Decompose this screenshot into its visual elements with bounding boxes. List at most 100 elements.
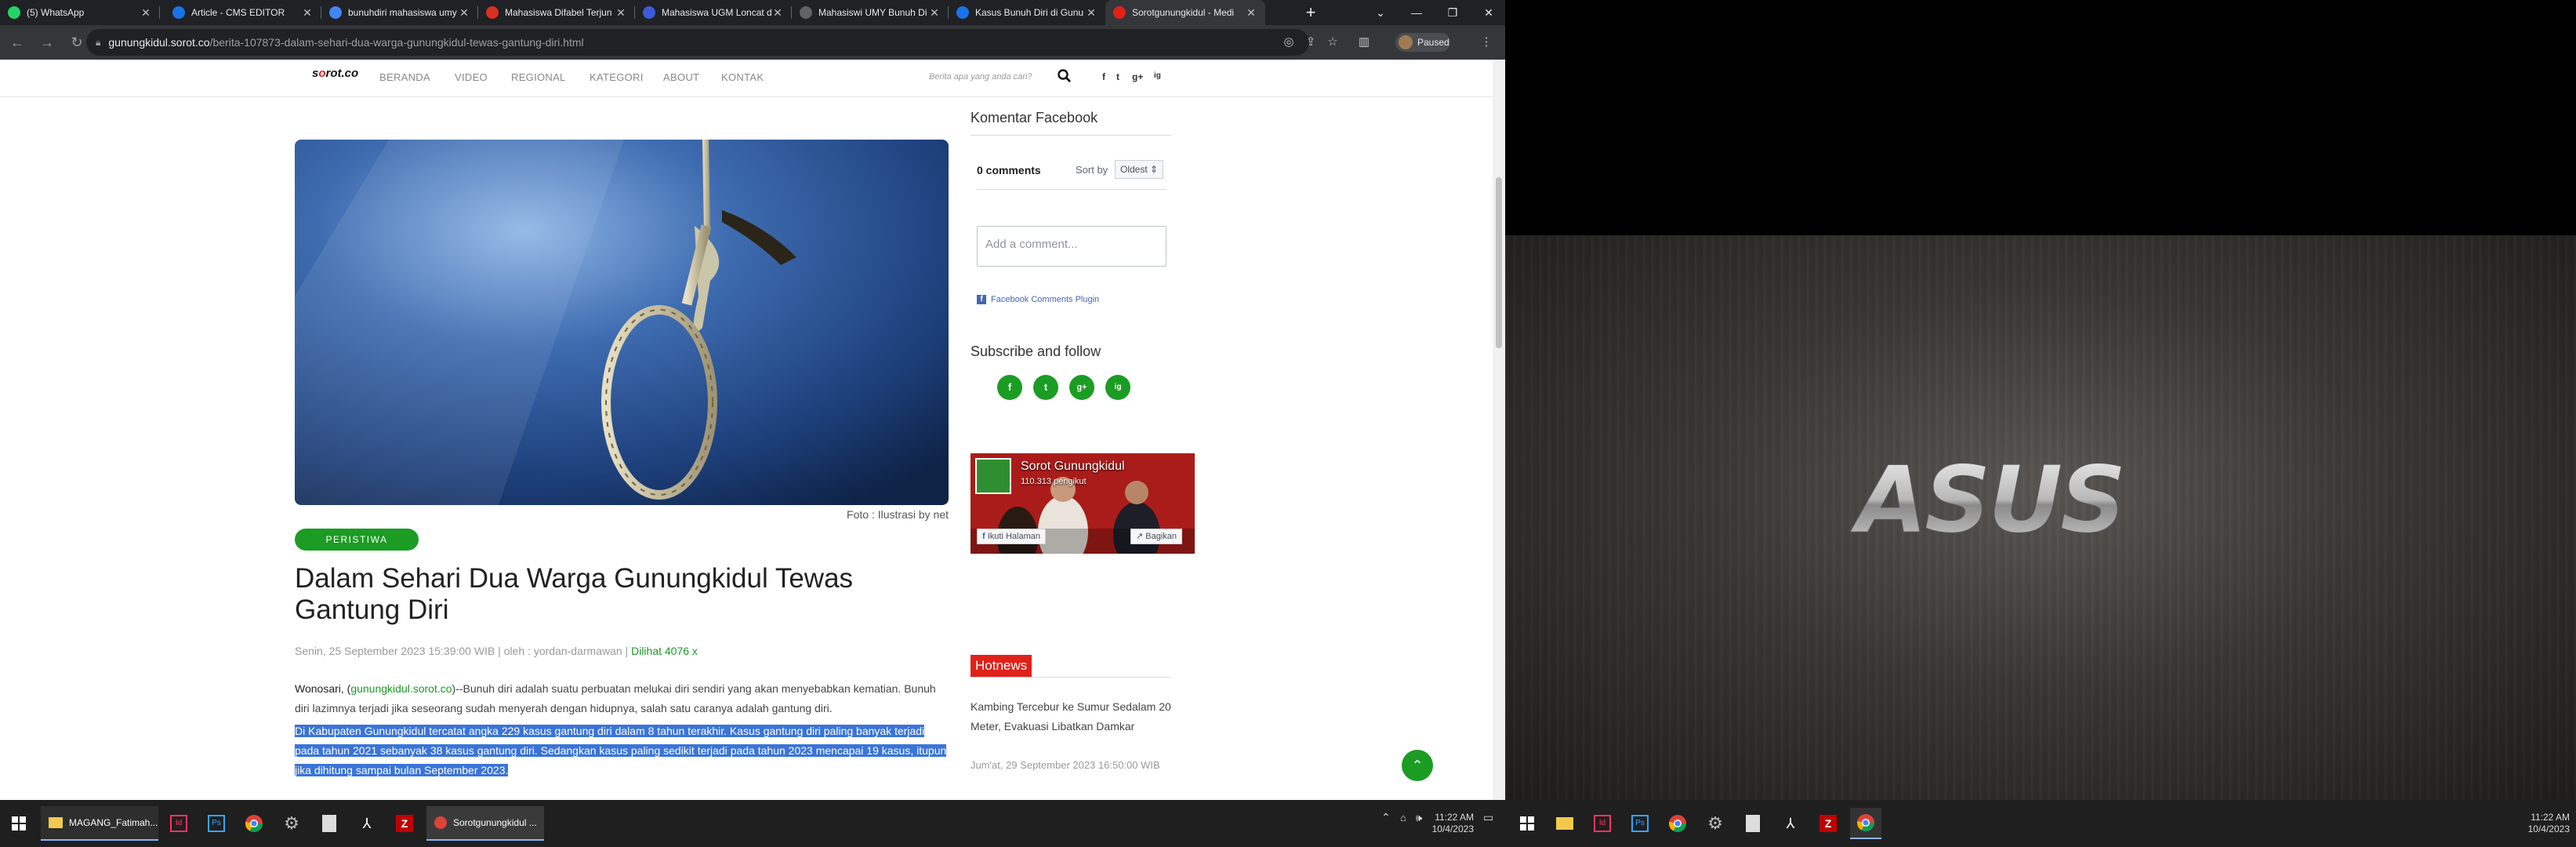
source-link[interactable]: gunungkidul.sorot.co: [350, 682, 452, 695]
notepad-icon[interactable]: [1737, 808, 1769, 839]
network-icon[interactable]: ⌂: [1400, 812, 1406, 823]
settings-gear-icon[interactable]: ⚙: [276, 808, 307, 839]
restore-button[interactable]: ❐: [1435, 0, 1471, 25]
sorot-icon: [1113, 6, 1126, 19]
subscribe-instagram-icon[interactable]: ig: [1105, 375, 1130, 400]
hotnews-link[interactable]: Kambing Tercebur ke Sumur Sedalam 20 Met…: [971, 697, 1182, 736]
nav-video[interactable]: VIDEO: [455, 71, 488, 83]
chrome-icon[interactable]: [238, 808, 270, 839]
profile-status: Paused: [1417, 37, 1449, 48]
tab-close-icon[interactable]: ✕: [771, 6, 784, 20]
notepad-icon[interactable]: [314, 808, 345, 839]
fb-comments-heading: Komentar Facebook: [971, 110, 1098, 125]
chrome-icon: [434, 816, 447, 829]
browser-tab[interactable]: Mahasiswa Difabel Terjun ✕: [478, 0, 635, 25]
nav-about[interactable]: ABOUT: [663, 71, 699, 83]
subscribe-googleplus-icon[interactable]: g+: [1069, 375, 1094, 400]
tab-close-icon[interactable]: ✕: [301, 6, 314, 20]
fb-comment-input[interactable]: Add a comment...: [977, 226, 1166, 267]
filezilla-icon[interactable]: Z: [389, 808, 420, 839]
fb-page-avatar: [975, 458, 1011, 494]
minimize-button[interactable]: —: [1399, 0, 1435, 25]
scrollbar-thumb[interactable]: [1496, 177, 1502, 348]
fb-follow-button[interactable]: f Ikuti Halaman: [977, 529, 1046, 544]
article-paragraph-selected: Di Kabupaten Gunungkidul tercatat angka …: [295, 725, 947, 776]
asus-logo: ASUS: [1849, 456, 2127, 543]
tab-close-icon[interactable]: ✕: [458, 6, 470, 20]
clock[interactable]: 11:22 AM 10/4/2023: [1424, 812, 1474, 835]
indesign-icon[interactable]: Id: [1587, 808, 1618, 839]
acrobat-icon[interactable]: ⅄: [1775, 808, 1806, 839]
side-panel-icon[interactable]: ▥: [1351, 30, 1377, 55]
clock[interactable]: 11:22 AM 10/4/2023: [2513, 812, 2570, 835]
browser-tab[interactable]: Article - CMS EDITOR ✕: [165, 0, 321, 25]
tab-close-icon[interactable]: ✕: [1085, 6, 1098, 20]
windows-start-icon[interactable]: [1511, 808, 1543, 839]
taskbar-file-explorer-window[interactable]: MAGANG_Fatimah...: [41, 806, 158, 841]
browser-tab[interactable]: Kasus Bunuh Diri di Gunu ✕: [949, 0, 1105, 25]
search-input[interactable]: Berita apa yang anda cari?: [929, 72, 1032, 82]
nav-beranda[interactable]: BERANDA: [379, 71, 430, 83]
tab-close-icon[interactable]: ✕: [140, 6, 152, 20]
settings-gear-icon[interactable]: ⚙: [1700, 808, 1731, 839]
profile-button[interactable]: Paused: [1395, 33, 1450, 52]
tray-chevron-icon[interactable]: ⌃: [1381, 812, 1391, 823]
tab-title: Sorotgunungkidul - Medi: [1132, 7, 1235, 18]
filezilla-icon[interactable]: Z: [1812, 808, 1844, 839]
fb-sort-select[interactable]: Oldest ⇕: [1115, 160, 1163, 179]
fb-plugin-link[interactable]: f Facebook Comments Plugin: [977, 295, 1099, 304]
googleplus-icon[interactable]: g+: [1132, 71, 1143, 82]
tab-title: bunuhdiri mahasiswa umy: [348, 7, 457, 18]
windows-start-icon[interactable]: [3, 808, 34, 839]
chrome-icon[interactable]: [1662, 808, 1693, 839]
subscribe-facebook-icon[interactable]: f: [997, 375, 1022, 400]
fb-share-button[interactable]: ↗ Bagikan: [1130, 529, 1183, 544]
primary-monitor: (5) WhatsApp ✕ Article - CMS EDITOR ✕ bunuhd…: [0, 0, 1505, 847]
nav-kontak[interactable]: KONTAK: [721, 71, 764, 83]
browser-tab[interactable]: Sorotgunungkidul - Medi ✕: [1105, 0, 1265, 25]
photoshop-icon[interactable]: Ps: [201, 808, 232, 839]
nav-kategori[interactable]: KATEGORI: [590, 71, 644, 83]
tab-close-icon[interactable]: ✕: [928, 6, 941, 20]
browser-tab[interactable]: bunuhdiri mahasiswa umy ✕: [321, 0, 478, 25]
back-icon[interactable]: ←: [5, 30, 30, 55]
tab-close-icon[interactable]: ✕: [1245, 6, 1257, 20]
svg-text:ASUS: ASUS: [1849, 456, 2123, 543]
taskbar-chrome-window[interactable]: Sorotgunungkidul ...: [426, 806, 544, 841]
photoshop-icon[interactable]: Ps: [1624, 808, 1656, 839]
photo-caption: Foto : Ilustrasi by net: [847, 508, 949, 521]
fb-page-name[interactable]: Sorot Gunungkidul: [1021, 460, 1125, 474]
notification-icon[interactable]: ▭: [1483, 812, 1493, 823]
browser-tab[interactable]: Mahasiswa UGM Loncat d ✕: [635, 0, 792, 25]
address-bar[interactable]: 🔒︎ gunungkidul.sorot.co/berita-107873-da…: [86, 29, 1309, 56]
google-icon: [329, 6, 342, 19]
blue-circle-icon: [643, 6, 655, 19]
bookmark-star-icon[interactable]: ☆: [1320, 30, 1345, 55]
search-icon[interactable]: [1057, 68, 1072, 84]
chrome-window-icon[interactable]: [1850, 808, 1881, 839]
fb-page-plugin[interactable]: Sorot Gunungkidul 110.313 pengikut f Iku…: [971, 453, 1195, 554]
kebab-menu-icon[interactable]: ⋮: [1474, 30, 1499, 55]
volume-icon[interactable]: 🕪︎: [1416, 812, 1422, 823]
facebook-icon[interactable]: f: [1102, 71, 1105, 82]
browser-tab[interactable]: (5) WhatsApp ✕: [0, 0, 160, 25]
nav-regional[interactable]: REGIONAL: [511, 71, 566, 83]
new-tab-button[interactable]: +: [1301, 3, 1320, 22]
divider: [971, 135, 1171, 136]
scroll-to-top-button[interactable]: ⌃: [1402, 750, 1433, 781]
browser-tab[interactable]: Mahasiswi UMY Bunuh Di ✕: [792, 0, 949, 25]
close-window-button[interactable]: ✕: [1471, 0, 1505, 25]
tab-close-icon[interactable]: ✕: [615, 6, 627, 20]
category-badge[interactable]: PERISTIWA: [295, 529, 419, 551]
indesign-icon[interactable]: Id: [163, 808, 194, 839]
instagram-icon[interactable]: ig: [1154, 71, 1161, 80]
whatsapp-icon: [8, 6, 20, 19]
forward-icon[interactable]: →: [34, 30, 60, 55]
site-logo[interactable]: sorot.co: [312, 67, 358, 80]
twitter-icon[interactable]: t: [1116, 71, 1119, 82]
page-scrollbar[interactable]: [1493, 60, 1505, 800]
folder-icon[interactable]: [1549, 808, 1580, 839]
tab-search-button[interactable]: ⌄: [1362, 0, 1399, 25]
acrobat-icon[interactable]: ⅄: [351, 808, 383, 839]
subscribe-twitter-icon[interactable]: t: [1033, 375, 1058, 400]
